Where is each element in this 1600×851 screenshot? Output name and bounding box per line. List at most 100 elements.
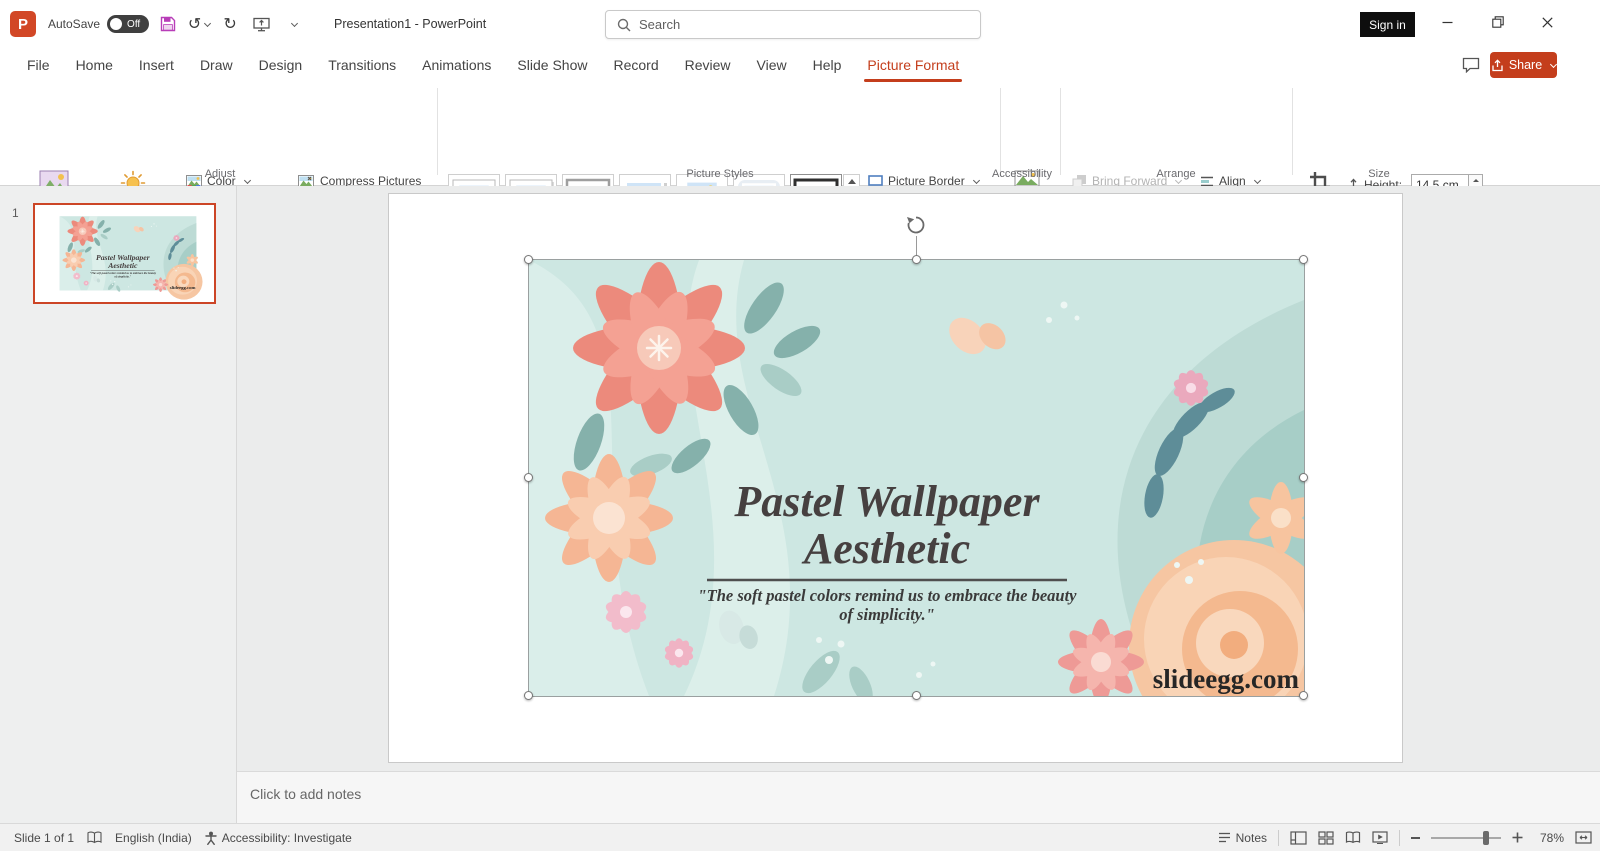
- slide-indicator[interactable]: Slide 1 of 1: [14, 831, 74, 845]
- minimize-icon: [1442, 21, 1453, 23]
- minimize-button[interactable]: [1424, 0, 1471, 44]
- close-icon: [1542, 16, 1553, 28]
- app-icon-letter: P: [17, 15, 28, 33]
- autosave-state: Off: [127, 18, 141, 30]
- tab-file[interactable]: File: [14, 48, 63, 82]
- accessibility-person-icon: [205, 831, 217, 845]
- language-button[interactable]: English (India): [115, 831, 192, 845]
- present-icon: [252, 17, 270, 31]
- rotate-handle-icon: [907, 216, 925, 234]
- powerpoint-app-icon[interactable]: P: [10, 11, 36, 37]
- tab-transitions[interactable]: Transitions: [315, 48, 409, 82]
- share-icon: [1492, 58, 1503, 71]
- tab-design[interactable]: Design: [246, 48, 316, 82]
- tab-draw[interactable]: Draw: [187, 48, 246, 82]
- notes-placeholder: Click to add notes: [250, 786, 362, 802]
- reading-view-button[interactable]: [1345, 831, 1361, 844]
- zoom-out-button[interactable]: [1411, 836, 1420, 839]
- slide-indicator-label: Slide 1 of 1: [14, 830, 75, 845]
- zoom-slider[interactable]: [1431, 830, 1501, 845]
- reading-view-icon: [1345, 831, 1361, 844]
- autosave-toggle-knob: [110, 18, 123, 30]
- undo-icon: ↺: [187, 16, 202, 33]
- rotation-connector-line: [916, 236, 917, 256]
- slide-number: 1: [12, 206, 19, 220]
- resize-handle-middle-left[interactable]: [524, 473, 533, 482]
- present-button[interactable]: [249, 11, 273, 37]
- autosave-toggle[interactable]: Off: [107, 15, 150, 33]
- share-button[interactable]: Share: [1490, 52, 1558, 78]
- customize-quick-access-button[interactable]: [280, 11, 304, 37]
- tab-review[interactable]: Review: [672, 48, 744, 82]
- normal-view-button[interactable]: [1290, 830, 1307, 845]
- ribbon-tab-row: File Home Insert Draw Design Transitions…: [0, 48, 1600, 82]
- language-label: English (India): [115, 830, 192, 845]
- adjust-group-label: Adjust: [204, 168, 236, 180]
- resize-handle-top-center[interactable]: [912, 255, 921, 264]
- tab-record[interactable]: Record: [600, 48, 671, 82]
- resize-handle-bottom-center[interactable]: [912, 691, 921, 700]
- undo-button[interactable]: ↺: [187, 11, 212, 37]
- size-group-label: Size: [1368, 168, 1390, 180]
- share-dropdown-icon[interactable]: [1550, 60, 1558, 68]
- spellcheck-button[interactable]: [87, 831, 102, 844]
- slideshow-view-button[interactable]: [1372, 831, 1388, 844]
- slide-editor-area: [237, 186, 1600, 771]
- document-title: Presentation1 - PowerPoint: [334, 17, 487, 31]
- resize-handle-bottom-left[interactable]: [524, 691, 533, 700]
- notes-area[interactable]: Click to add notes: [237, 771, 1600, 823]
- notes-toggle-button[interactable]: Notes: [1218, 831, 1267, 845]
- tab-help[interactable]: Help: [800, 48, 855, 82]
- tab-animations[interactable]: Animations: [409, 48, 504, 82]
- comment-icon: [1462, 57, 1480, 73]
- statusbar-separator: [1399, 829, 1400, 846]
- search-icon: [617, 18, 631, 31]
- comments-button[interactable]: [1458, 53, 1484, 77]
- slideshow-icon: [1372, 831, 1388, 844]
- tab-home[interactable]: Home: [63, 48, 126, 82]
- ribbon: Remove Background Corrections Color Arti…: [0, 82, 1600, 257]
- slide-thumbnail-panel: 1: [0, 186, 237, 823]
- resize-handle-bottom-right[interactable]: [1299, 691, 1308, 700]
- picture-styles-group-label: Picture Styles: [686, 168, 754, 180]
- tab-picture-format[interactable]: Picture Format: [854, 48, 972, 82]
- slide-1-thumbnail[interactable]: [33, 203, 216, 304]
- autosave-label: AutoSave: [48, 17, 101, 31]
- selected-picture[interactable]: [528, 259, 1305, 697]
- search-input[interactable]: [639, 17, 969, 32]
- rotate-handle[interactable]: [905, 214, 927, 236]
- notes-toggle-label: Notes: [1235, 830, 1267, 845]
- tab-insert[interactable]: Insert: [126, 48, 187, 82]
- close-button[interactable]: [1524, 0, 1571, 44]
- slide-1-thumbnail-image: [35, 205, 214, 302]
- plus-icon: [1512, 832, 1523, 843]
- tab-slide-show[interactable]: Slide Show: [504, 48, 600, 82]
- resize-handle-middle-right[interactable]: [1299, 473, 1308, 482]
- spellcheck-book-icon: [87, 831, 102, 844]
- accessibility-status-label: Accessibility: Investigate: [221, 830, 352, 845]
- zoom-slider-thumb[interactable]: [1483, 830, 1489, 845]
- save-icon: [160, 16, 176, 32]
- redo-button[interactable]: ↻: [218, 11, 242, 37]
- notes-icon: [1218, 832, 1230, 843]
- statusbar-separator: [1278, 829, 1279, 846]
- slide-canvas[interactable]: [388, 193, 1403, 763]
- resize-handle-top-right[interactable]: [1299, 255, 1308, 264]
- normal-view-icon: [1290, 830, 1307, 845]
- slide-sorter-view-button[interactable]: [1318, 830, 1334, 845]
- pastel-wallpaper-picture: [529, 260, 1304, 696]
- restore-button[interactable]: [1474, 0, 1521, 44]
- zoom-level-button[interactable]: 78%: [1534, 831, 1564, 845]
- search-box[interactable]: [605, 10, 981, 39]
- tab-view[interactable]: View: [744, 48, 800, 82]
- accessibility-checker-button[interactable]: Accessibility: Investigate: [205, 831, 352, 845]
- share-label: Share: [1508, 58, 1543, 72]
- fit-slide-to-window-button[interactable]: [1575, 831, 1592, 844]
- undo-dropdown-icon[interactable]: [204, 19, 212, 27]
- resize-handle-top-left[interactable]: [524, 255, 533, 264]
- redo-icon: ↻: [223, 16, 237, 33]
- zoom-level-label: 78%: [1539, 830, 1564, 845]
- sign-in-button[interactable]: Sign in: [1360, 12, 1415, 37]
- save-button[interactable]: [156, 11, 180, 37]
- zoom-in-button[interactable]: [1512, 832, 1523, 843]
